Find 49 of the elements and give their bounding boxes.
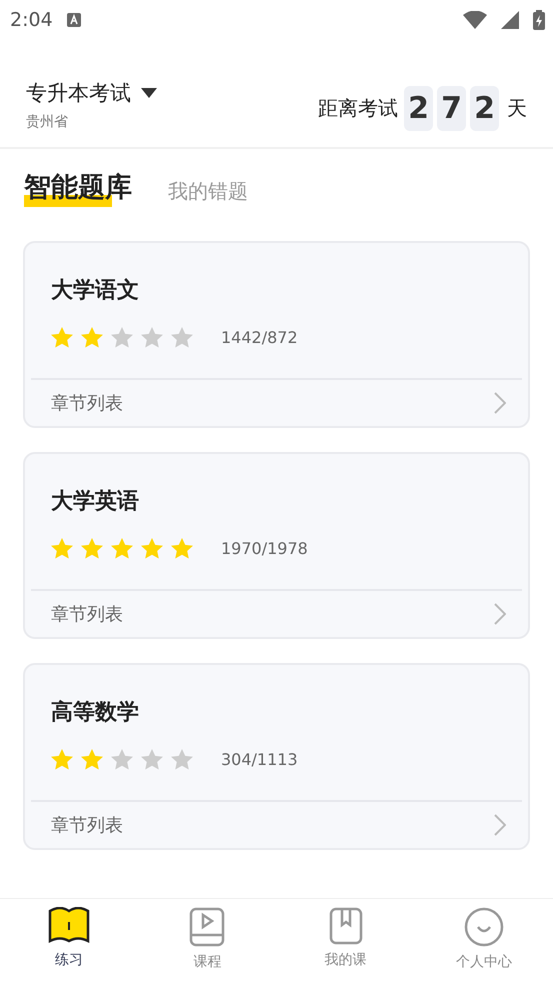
- star-icon: [171, 327, 193, 348]
- star-icon: [171, 538, 193, 559]
- countdown-digit: 2: [470, 86, 499, 131]
- video-book-icon: [189, 907, 226, 947]
- chevron-right-icon: [494, 603, 506, 625]
- battery-icon: [533, 10, 545, 30]
- star-icon: [51, 327, 73, 348]
- nav-tab[interactable]: 课程: [138, 899, 276, 984]
- tab[interactable]: 我的错题: [168, 178, 248, 207]
- subject-title: 大学英语: [51, 488, 140, 516]
- star-icon: [81, 749, 103, 770]
- star-icon: [111, 538, 133, 559]
- keyboard-notification-icon: [66, 13, 81, 27]
- star-icon: [171, 749, 193, 770]
- status-time: 2:04: [10, 9, 53, 31]
- nav-tab[interactable]: 个人中心: [414, 899, 553, 984]
- star-icon: [141, 749, 163, 770]
- countdown-label: 距离考试: [318, 95, 398, 122]
- star-icon: [81, 327, 103, 348]
- chevron-right-icon: [494, 814, 506, 836]
- chapter-list-link[interactable]: 章节列表: [31, 378, 522, 426]
- region-label: 贵州省: [26, 113, 69, 131]
- chapter-list-link[interactable]: 章节列表: [31, 800, 522, 848]
- wifi-icon: [463, 11, 487, 29]
- subject-title: 高等数学: [51, 698, 140, 727]
- nav-tab[interactable]: 练习: [0, 899, 138, 984]
- nav-tab[interactable]: 我的课: [276, 899, 415, 984]
- countdown-digit: 7: [437, 86, 466, 131]
- star-icon: [81, 538, 103, 559]
- star-icon: [141, 327, 163, 348]
- progress-count: 1442/872: [221, 328, 298, 347]
- bookmark-book-icon: [328, 907, 363, 945]
- star-icon: [111, 749, 133, 770]
- star-icon: [111, 327, 133, 348]
- chapter-list-link[interactable]: 章节列表: [31, 589, 522, 637]
- star-icon: [141, 538, 163, 559]
- star-icon: [51, 749, 73, 770]
- exam-selector[interactable]: 专升本考试: [26, 79, 157, 107]
- book-icon: [48, 907, 90, 945]
- dropdown-caret-icon: [141, 88, 157, 98]
- signal-icon: [501, 11, 519, 29]
- chevron-right-icon: [494, 392, 506, 414]
- countdown-unit: 天: [507, 95, 527, 122]
- countdown-digit: 2: [404, 86, 433, 131]
- progress-count: 1970/1978: [221, 539, 308, 558]
- subject-title: 大学语文: [51, 277, 140, 305]
- smiley-icon: [464, 907, 504, 947]
- progress-count: 304/1113: [221, 750, 298, 769]
- star-icon: [51, 538, 73, 559]
